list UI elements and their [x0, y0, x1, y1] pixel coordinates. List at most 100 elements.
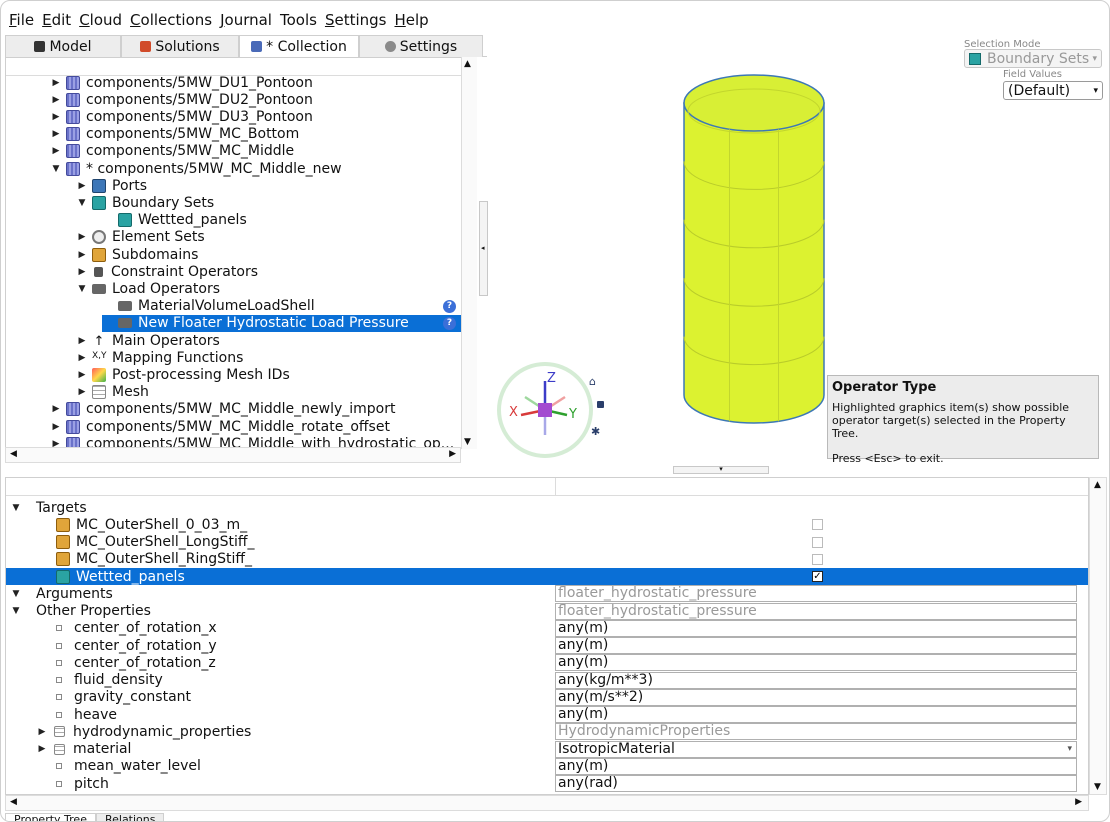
tree-vertical-scrollbar[interactable]: ▲ ▼: [461, 57, 477, 449]
target-checkbox[interactable]: [812, 519, 823, 531]
target-checkbox[interactable]: [812, 553, 823, 565]
scroll-up-icon[interactable]: ▲: [1094, 480, 1101, 490]
property-row[interactable]: mean_water_level any(m): [6, 757, 1088, 775]
scroll-left-icon[interactable]: ◀: [10, 449, 17, 459]
tree-item[interactable]: ▶ Post-processing Mesh IDs: [76, 366, 290, 383]
property-value-field[interactable]: HydrodynamicProperties: [555, 723, 1077, 741]
property-value-field[interactable]: floater_hydrostatic_pressure: [555, 585, 1077, 603]
scroll-up-icon[interactable]: ▲: [464, 59, 471, 69]
menu-journal[interactable]: Journal: [220, 11, 272, 29]
tab-settings[interactable]: Settings: [359, 35, 483, 57]
caret-right-icon[interactable]: ▶: [76, 353, 88, 363]
property-value-field[interactable]: any(m): [555, 637, 1077, 654]
property-value-field[interactable]: any(m/s**2): [555, 688, 1077, 706]
property-value-field[interactable]: any(m): [555, 619, 1077, 637]
property-value-field[interactable]: IsotropicMaterial ▾: [555, 740, 1077, 758]
caret-right-icon[interactable]: ▶: [50, 112, 62, 122]
caret-right-icon[interactable]: ▶: [76, 232, 88, 242]
caret-right-icon[interactable]: ▶: [36, 744, 48, 754]
property-row[interactable]: Wettted_panels ✓: [6, 568, 1088, 585]
tree-item[interactable]: ▶ components/5MW_DU3_Pontoon: [50, 108, 313, 125]
help-icon[interactable]: ?: [443, 299, 456, 313]
bottom-tab[interactable]: Property Tree: [5, 813, 96, 821]
caret-right-icon[interactable]: ▶: [76, 370, 88, 380]
caret-right-icon[interactable]: ▶: [50, 78, 62, 88]
tab-model[interactable]: Model: [5, 35, 121, 57]
caret-down-icon[interactable]: ▼: [10, 589, 22, 599]
target-checkbox[interactable]: [812, 536, 823, 548]
chevron-down-icon[interactable]: ▾: [1067, 742, 1072, 757]
property-row[interactable]: MC_OuterShell_RingStiff_: [6, 551, 1088, 568]
tree-item[interactable]: ▶ X,Y Mapping Functions: [76, 349, 244, 366]
caret-right-icon[interactable]: ▶: [50, 129, 62, 139]
caret-down-icon[interactable]: ▼: [76, 198, 88, 208]
property-row[interactable]: pitch any(rad): [6, 775, 1088, 792]
tree-item[interactable]: ▶ Subdomains: [76, 246, 199, 263]
property-row[interactable]: center_of_rotation_z any(m): [6, 654, 1088, 672]
target-checkbox[interactable]: ✓: [812, 571, 823, 582]
tab-collection[interactable]: * Collection: [239, 35, 359, 57]
caret-right-icon[interactable]: ▶: [76, 267, 88, 277]
cylinder-model[interactable]: [679, 73, 829, 428]
caret-right-icon[interactable]: ▶: [76, 181, 88, 191]
caret-right-icon[interactable]: ▶: [36, 727, 48, 737]
menu-help[interactable]: Help: [394, 11, 428, 29]
property-value-field[interactable]: any(rad): [555, 775, 1077, 792]
caret-right-icon[interactable]: ▶: [50, 422, 62, 432]
caret-right-icon[interactable]: ▶: [50, 404, 62, 414]
scroll-down-icon[interactable]: ▼: [1094, 782, 1101, 792]
scroll-down-icon[interactable]: ▼: [464, 437, 471, 447]
splitter-handle-horizontal[interactable]: ▾: [673, 466, 769, 474]
property-row[interactable]: center_of_rotation_y any(m): [6, 637, 1088, 654]
scroll-left-icon[interactable]: ◀: [10, 797, 17, 807]
property-row[interactable]: ▶ hydrodynamic_properties HydrodynamicProp…: [6, 723, 1088, 741]
property-value-field[interactable]: any(m): [555, 706, 1077, 723]
tree-item[interactable]: Wettted_panels: [102, 212, 247, 229]
menu-edit[interactable]: Edit: [42, 11, 71, 29]
graphics-viewport[interactable]: Selection Mode Boundary Sets ▾ Field Val…: [489, 35, 1107, 465]
property-row[interactable]: ▼ Arguments floater_hydrostatic_pressure: [6, 585, 1088, 603]
tree-horizontal-scrollbar[interactable]: ◀ ▶: [5, 447, 461, 463]
menu-file[interactable]: File: [9, 11, 34, 29]
property-value-field[interactable]: floater_hydrostatic_pressure: [555, 602, 1077, 620]
property-row[interactable]: MC_OuterShell_LongStiff_: [6, 534, 1088, 551]
caret-right-icon[interactable]: ▶: [76, 387, 88, 397]
property-row[interactable]: gravity_constant any(m/s**2): [6, 688, 1088, 706]
caret-down-icon[interactable]: ▼: [50, 164, 62, 174]
property-row[interactable]: fluid_density any(kg/m**3): [6, 671, 1088, 689]
property-row[interactable]: center_of_rotation_x any(m): [6, 619, 1088, 637]
property-value-field[interactable]: any(m): [555, 654, 1077, 672]
tree-item[interactable]: ▼ * components/5MW_MC_Middle_new: [50, 160, 342, 177]
tree-item[interactable]: ▶ components/5MW_MC_Middle: [50, 143, 295, 160]
property-row[interactable]: ▼ Targets: [6, 499, 1088, 516]
caret-down-icon[interactable]: ▼: [76, 284, 88, 294]
help-icon[interactable]: ?: [443, 316, 456, 330]
caret-right-icon[interactable]: ▶: [50, 146, 62, 156]
caret-right-icon[interactable]: ▶: [76, 336, 88, 346]
tab-solutions[interactable]: Solutions: [121, 35, 239, 57]
bottom-tab[interactable]: Relations: [95, 813, 165, 821]
property-row[interactable]: ▶ material IsotropicMaterial ▾: [6, 740, 1088, 758]
property-row[interactable]: MC_OuterShell_0_03_m_: [6, 516, 1088, 533]
scroll-right-icon[interactable]: ▶: [449, 449, 456, 459]
tree-item[interactable]: ▶ Element Sets: [76, 229, 205, 246]
tree-item[interactable]: ▶ ↑ Main Operators: [76, 332, 220, 349]
tree-item[interactable]: ▶ Constraint Operators: [76, 263, 258, 280]
property-vertical-scrollbar[interactable]: ▲ ▼: [1089, 477, 1107, 795]
tree-item[interactable]: ▼ Load Operators: [76, 280, 220, 297]
gear-icon[interactable]: ✱: [591, 425, 600, 438]
menu-cloud[interactable]: Cloud: [79, 11, 122, 29]
menu-settings[interactable]: Settings: [325, 11, 387, 29]
tree-item[interactable]: ▶ components/5MW_DU2_Pontoon: [50, 91, 313, 108]
scroll-right-icon[interactable]: ▶: [1075, 797, 1082, 807]
property-value-field[interactable]: any(kg/m**3): [555, 671, 1077, 689]
menu-collections[interactable]: Collections: [130, 11, 212, 29]
tree-item[interactable]: ▶ Ports: [76, 177, 148, 194]
tree-item[interactable]: ▶ components/5MW_MC_Bottom: [50, 126, 300, 143]
tree-item[interactable]: New Floater Hydrostatic Load Pressure?: [102, 314, 462, 332]
caret-right-icon[interactable]: ▶: [76, 250, 88, 260]
caret-right-icon[interactable]: ▶: [50, 95, 62, 105]
menu-tools[interactable]: Tools: [280, 11, 317, 29]
property-horizontal-scrollbar[interactable]: ◀ ▶: [5, 795, 1089, 811]
tree-item[interactable]: MaterialVolumeLoadShell?: [102, 298, 462, 315]
